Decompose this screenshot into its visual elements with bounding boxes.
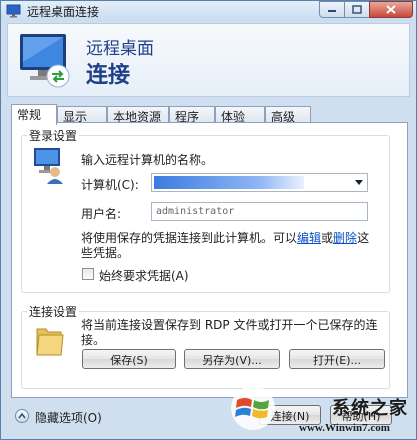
maximize-icon [352, 5, 362, 14]
tab-general[interactable]: 常规 [11, 104, 57, 125]
close-button[interactable] [369, 1, 413, 18]
connection-description-2: 接。 [81, 333, 106, 347]
connection-description: 将当前连接设置保存到 RDP 文件或打开一个已保存的连 接。 [81, 318, 377, 348]
always-ask-checkbox[interactable] [82, 268, 94, 280]
save-button[interactable]: 保存(S) [82, 349, 176, 369]
computer-selected-value [154, 176, 304, 189]
always-ask-label[interactable]: 始终要求凭据(A) [99, 267, 189, 284]
connection-settings-title: 连接设置 [27, 303, 80, 320]
header-title-line1: 远程桌面 [86, 39, 154, 59]
close-icon [386, 5, 396, 14]
remote-monitor-icon [20, 34, 70, 88]
hide-options-toggle[interactable] [15, 409, 29, 423]
computer-label: 计算机(C): [81, 178, 139, 192]
saved-credentials-text-2: 这 [357, 231, 370, 245]
username-label: 用户名: [81, 207, 122, 221]
watermark-logo [231, 386, 275, 430]
minimize-button[interactable] [319, 1, 345, 18]
open-button[interactable]: 打开(E)... [289, 349, 385, 369]
watermark-brand: 系统之家 [332, 398, 408, 419]
chevron-up-icon [18, 413, 26, 419]
computer-user-icon [34, 148, 63, 184]
username-field[interactable]: administrator [151, 202, 368, 221]
save-as-button[interactable]: 另存为(V)... [184, 349, 280, 369]
header-banner: 远程桌面 连接 [7, 23, 410, 97]
folder-icon [36, 328, 64, 356]
title-bar[interactable]: 远程桌面连接 [1, 1, 416, 21]
delete-credentials-link[interactable]: 删除 [333, 231, 357, 245]
watermark-url: www.Winwin7.com [299, 422, 390, 434]
saved-credentials-text: 将使用保存的凭据连接到此计算机。可以编辑或删除这 些凭据。 [81, 231, 369, 261]
header-title-line2: 连接 [86, 63, 131, 88]
computer-combobox[interactable] [151, 173, 368, 192]
hide-options-label[interactable]: 隐藏选项(O) [35, 409, 102, 426]
dropdown-arrow-icon[interactable] [355, 180, 363, 185]
maximize-button[interactable] [344, 1, 370, 18]
window-title: 远程桌面连接 [27, 5, 100, 19]
remote-desktop-icon [6, 4, 21, 18]
login-instruction: 输入远程计算机的名称。 [81, 153, 214, 167]
edit-credentials-link[interactable]: 编辑 [297, 231, 321, 245]
minimize-icon [328, 9, 336, 12]
saved-credentials-text-1: 将使用保存的凭据连接到此计算机。可以 [81, 231, 298, 245]
remote-desktop-window: 远程桌面连接 远程桌面 连接 常规 显示 本地资源 程序 体验 高级 登录设置 … [0, 0, 417, 440]
connection-description-1: 将当前连接设置保存到 RDP 文件或打开一个已保存的连 [81, 318, 378, 332]
tab-label: 常规 [17, 108, 42, 122]
saved-credentials-text-3: 些凭据。 [81, 246, 130, 260]
login-settings-title: 登录设置 [27, 127, 80, 144]
saved-credentials-or: 或 [321, 231, 334, 245]
